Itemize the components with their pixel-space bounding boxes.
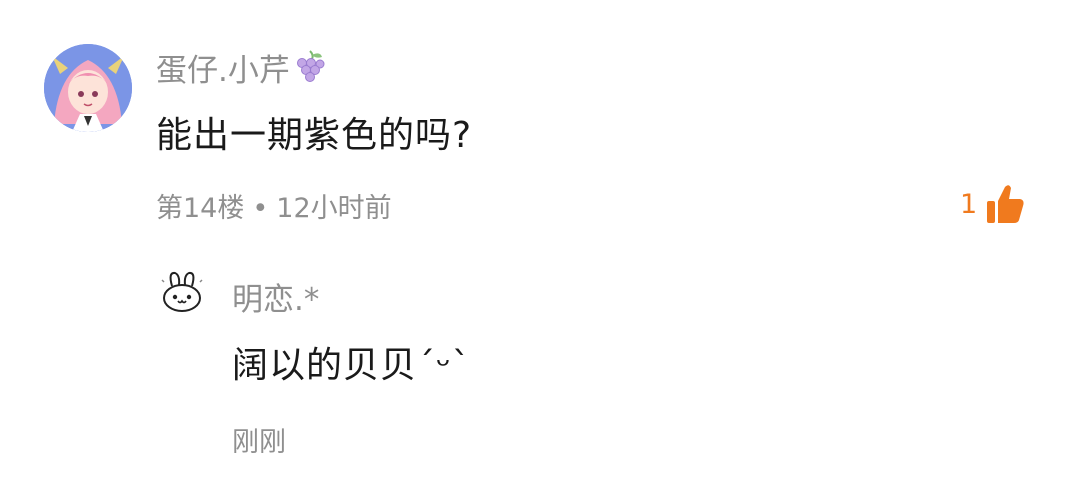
comment-username[interactable]: 蛋仔.小芹 (156, 47, 326, 89)
avatar-image (44, 44, 132, 132)
comment-time: 12小时前 (276, 193, 392, 224)
reply-text: 阔以的贝贝ˊᵕˋ (232, 345, 471, 386)
bunny-face-icon (161, 271, 203, 312)
reply-username[interactable]: 明恋.* (232, 274, 319, 319)
comment-meta: 第14楼 • 12小时前 (156, 186, 392, 225)
user-avatar[interactable] (44, 44, 132, 132)
like-count: 1 (960, 188, 978, 220)
meta-separator: • (252, 193, 269, 224)
like-button[interactable]: 1 (960, 182, 1025, 226)
reply-avatar[interactable] (158, 270, 206, 314)
comment-text: 能出一期紫色的吗? (156, 115, 473, 156)
floor-number: 第14楼 (156, 193, 245, 224)
reply-time: 刚刚 (232, 427, 286, 458)
thumbs-up-icon (985, 183, 1025, 225)
grape-icon (292, 49, 326, 85)
username-text: 蛋仔.小芹 (156, 52, 290, 89)
